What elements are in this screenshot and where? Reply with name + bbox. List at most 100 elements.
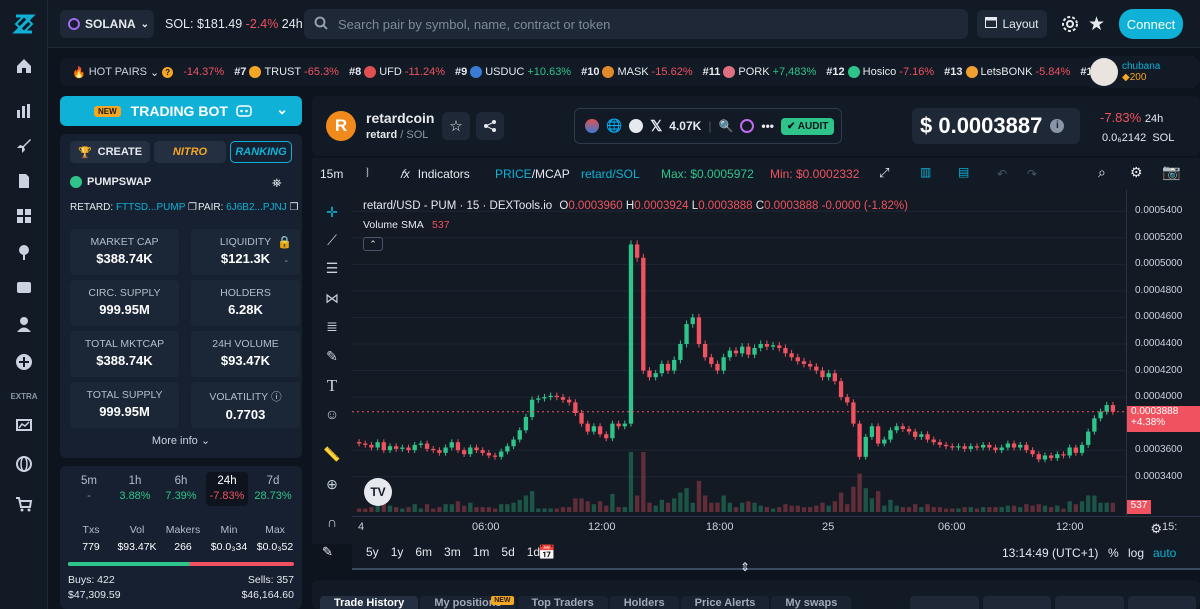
brush-icon[interactable]: ✎ bbox=[322, 346, 342, 366]
text-tool-icon[interactable]: T bbox=[322, 376, 342, 396]
apps-grid-icon[interactable] bbox=[12, 204, 36, 228]
magnify-icon[interactable]: ⌕ bbox=[1098, 164, 1106, 181]
price-mcap-toggle[interactable]: PRICE/MCAP bbox=[495, 167, 570, 181]
tradingview-logo-icon[interactable]: TV bbox=[364, 478, 392, 506]
resize-arrows-icon[interactable]: ⇕ bbox=[740, 560, 750, 574]
range-5y[interactable]: 5y bbox=[366, 545, 379, 559]
ticker-item[interactable]: #10 MASK -15.62% bbox=[581, 66, 693, 78]
chart-monitor-icon[interactable] bbox=[12, 414, 36, 438]
horizontal-lines-icon[interactable]: ☰ bbox=[322, 258, 342, 278]
settings-gear-icon[interactable] bbox=[1060, 14, 1080, 37]
collapse-legend-icon[interactable]: ⌃ bbox=[363, 237, 383, 251]
camera-icon[interactable]: 📷 bbox=[1162, 163, 1181, 181]
bottom-tab[interactable]: My swaps bbox=[771, 596, 852, 609]
lock-icon[interactable]: 🔒 bbox=[277, 235, 292, 249]
chain-selector[interactable]: SOLANA ⌄ bbox=[60, 10, 154, 38]
interval-selector[interactable]: 15m bbox=[320, 167, 343, 181]
ticker-item[interactable]: #8 UFD -11.24% bbox=[349, 66, 445, 78]
layout-button[interactable]: Layout bbox=[977, 10, 1047, 38]
search-icon[interactable]: 🔍 bbox=[718, 119, 733, 133]
action-button[interactable] bbox=[1055, 596, 1124, 609]
emoji-icon[interactable]: ☺ bbox=[322, 404, 342, 424]
pair-explorer-icon[interactable] bbox=[12, 99, 36, 123]
clock-readout[interactable]: 13:14:49 (UTC+1) bbox=[1002, 546, 1098, 560]
bottom-tab[interactable]: Top Traders bbox=[517, 596, 608, 609]
rocket-icon[interactable] bbox=[12, 134, 36, 158]
range-1y[interactable]: 1y bbox=[391, 545, 404, 559]
ticker-item[interactable]: #12 Hosico -7.16% bbox=[826, 66, 934, 78]
fib-icon[interactable]: ≣ bbox=[322, 316, 342, 336]
info-icon[interactable]: ⓘ bbox=[271, 391, 282, 403]
home-icon[interactable] bbox=[12, 54, 36, 78]
coin-icon[interactable] bbox=[585, 119, 599, 133]
undo-icon[interactable]: ↶ bbox=[997, 167, 1007, 181]
fullscreen-icon[interactable]: ⤢ bbox=[879, 165, 889, 181]
ticker-item[interactable]: #9 USDUC +10.63% bbox=[455, 66, 571, 78]
range-5d[interactable]: 5d bbox=[501, 545, 514, 559]
x-twitter-icon[interactable]: 𝕏 bbox=[650, 117, 662, 135]
ruler-icon[interactable]: 📏 bbox=[322, 444, 342, 464]
ticker-item[interactable]: #7 TRUST -65.3% bbox=[234, 66, 339, 78]
percent-toggle[interactable]: % bbox=[1108, 546, 1119, 560]
bottom-tab[interactable]: Price Alerts bbox=[680, 596, 770, 609]
ticker-item[interactable]: #11 PORK +7,483% bbox=[703, 66, 816, 78]
candlestick-chart[interactable] bbox=[352, 190, 1126, 516]
log-toggle[interactable]: log bbox=[1128, 546, 1144, 560]
resize-handle[interactable] bbox=[352, 568, 1200, 570]
tab-ranking[interactable]: RANKING bbox=[230, 141, 292, 163]
add-circle-icon[interactable] bbox=[12, 350, 36, 374]
more-icon[interactable]: ••• bbox=[761, 119, 774, 133]
info-icon[interactable]: i bbox=[1050, 119, 1065, 133]
bubble-icon[interactable] bbox=[740, 119, 755, 133]
zoom-in-icon[interactable]: ⊕ bbox=[322, 474, 342, 494]
period-6h[interactable]: 6h 7.39% bbox=[160, 472, 202, 506]
period-24h[interactable]: 24h -7.83% bbox=[206, 472, 248, 506]
period-1h[interactable]: 1h 3.88% bbox=[114, 472, 156, 506]
price-chart[interactable]: retard/USD - PUM · 15 · DEXTools.io O0.0… bbox=[352, 190, 1126, 516]
candle-type-icon[interactable]: ⧘ bbox=[366, 164, 369, 181]
trendline-icon[interactable]: ⟋ bbox=[322, 230, 342, 250]
share-icon[interactable] bbox=[476, 112, 504, 140]
globe-icon[interactable] bbox=[12, 452, 36, 476]
search-input[interactable]: Search pair by symbol, name, contract or… bbox=[304, 9, 968, 39]
period-5m[interactable]: 5m - bbox=[68, 472, 110, 506]
document-icon[interactable] bbox=[12, 169, 36, 193]
settings-icon[interactable]: ⚙ bbox=[1130, 164, 1143, 181]
user-icon[interactable] bbox=[12, 312, 36, 336]
range-3m[interactable]: 3m bbox=[444, 545, 461, 559]
tab-create[interactable]: 🏆 CREATE bbox=[70, 141, 150, 163]
crosshair-icon[interactable]: ✛ bbox=[322, 202, 342, 222]
connect-button[interactable]: Connect bbox=[1119, 9, 1183, 39]
user-profile[interactable]: chubana ◆200 bbox=[1090, 56, 1194, 88]
period-7d[interactable]: 7d 28.73% bbox=[252, 472, 294, 506]
token-address[interactable]: RETARD: FTTSD...PUMP ❐ bbox=[70, 202, 197, 213]
calendar-icon[interactable]: 📅 bbox=[538, 544, 555, 561]
bottom-tab[interactable]: My positions NEW bbox=[420, 596, 516, 609]
line-chart-icon[interactable]: ▤ bbox=[958, 165, 969, 179]
action-button[interactable] bbox=[982, 596, 1051, 609]
wallet-icon[interactable] bbox=[12, 275, 36, 299]
bottom-tab[interactable]: Holders bbox=[609, 596, 679, 609]
hot-pairs-label[interactable]: 🔥 HOT PAIRS ⌄ ? bbox=[72, 66, 174, 79]
favorites-star-icon[interactable]: ★ bbox=[1088, 13, 1105, 36]
indicators-button[interactable]: 𝑓x Indicators bbox=[400, 167, 470, 182]
telegram-icon[interactable] bbox=[629, 119, 644, 133]
action-button[interactable] bbox=[910, 596, 979, 609]
pencil-settings-icon[interactable]: ✎ bbox=[322, 544, 333, 560]
axis-settings-icon[interactable]: ⚙ bbox=[1150, 521, 1162, 537]
redo-icon[interactable]: ↷ bbox=[1027, 167, 1037, 181]
pattern-icon[interactable]: ⋈ bbox=[322, 288, 342, 308]
balloon-icon[interactable] bbox=[12, 240, 36, 264]
auto-toggle[interactable]: auto bbox=[1153, 546, 1176, 560]
binoculars-icon[interactable]: ⛯ bbox=[272, 176, 282, 191]
magnet-icon[interactable]: ∩ bbox=[322, 512, 342, 532]
cart-icon[interactable] bbox=[12, 492, 36, 516]
more-info-button[interactable]: More info ⌄ bbox=[60, 434, 302, 447]
audit-badge[interactable]: ✔ AUDIT bbox=[781, 117, 835, 135]
pair-toggle[interactable]: retard/SOL bbox=[581, 167, 640, 181]
range-6m[interactable]: 6m bbox=[415, 545, 432, 559]
bottom-tab[interactable]: Trade History bbox=[320, 596, 419, 609]
tab-nitro[interactable]: NITRO bbox=[154, 141, 226, 163]
dex-name[interactable]: PUMPSWAP bbox=[70, 176, 151, 188]
ticker-item[interactable]: #13 LetsBONK -5.84% bbox=[944, 66, 1070, 78]
